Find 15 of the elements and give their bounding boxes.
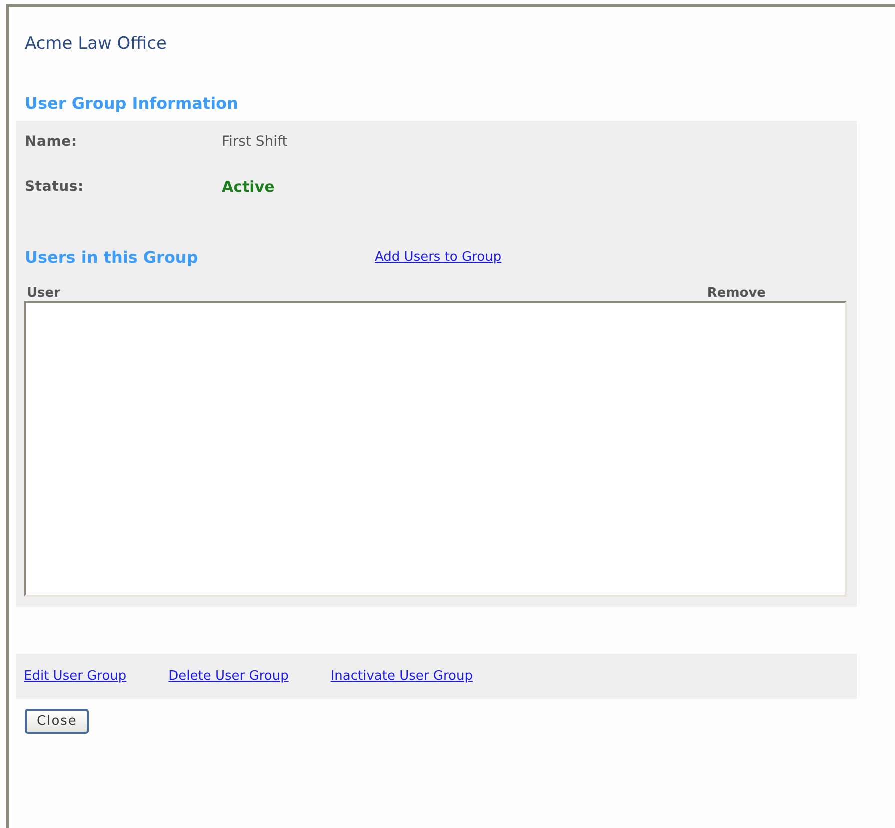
- field-label: Name:: [25, 134, 78, 150]
- action-link[interactable]: Inactivate User Group: [330, 669, 473, 684]
- user-list[interactable]: [24, 301, 847, 597]
- action-link[interactable]: Edit User Group: [24, 669, 127, 684]
- field-label: Status:: [25, 178, 85, 194]
- status-value: Active: [222, 178, 275, 196]
- add-users-link[interactable]: Add Users to Group: [375, 250, 502, 264]
- field-value: First Shift: [222, 134, 288, 150]
- column-header: User: [27, 286, 61, 301]
- close-button[interactable]: Close: [25, 709, 90, 734]
- section-heading: User Group Information: [24, 93, 240, 115]
- action-link[interactable]: Delete User Group: [168, 669, 289, 684]
- column-header: Remove: [707, 286, 766, 301]
- section-heading: Users in this Group: [25, 248, 200, 266]
- page-title: Acme Law Office: [24, 33, 168, 56]
